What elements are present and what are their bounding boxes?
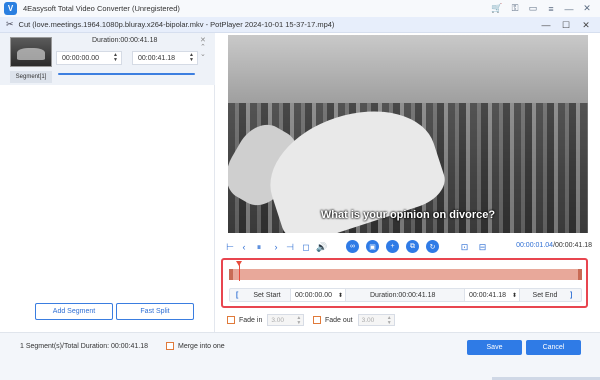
stop-icon[interactable]: ◻: [300, 240, 312, 254]
spinner-icon[interactable]: ▲ ▼: [387, 316, 392, 326]
save-button[interactable]: Save: [467, 340, 522, 355]
maximize-icon[interactable]: ☐: [556, 18, 576, 32]
segment-copy-icon[interactable]: ▣: [366, 240, 379, 253]
playback-controls: ⊢ ‹ ⏸ › ⊣ ◻ 🔊 ∞ ▣ + ⧉ ↻ ⊡ ⊟ 00:00:01.04/…: [222, 240, 592, 256]
close-icon[interactable]: ✕: [200, 37, 206, 44]
segment-start-value: 00:00:00.00: [62, 54, 99, 62]
close-bracket-icon: ]: [570, 291, 573, 299]
next-frame-icon[interactable]: ›: [270, 240, 282, 254]
video-preview: What is your opinion on divorce?: [228, 35, 588, 233]
segment-progress-bar: [58, 73, 195, 75]
open-bracket-icon: [: [236, 291, 239, 299]
jump-to-end-icon[interactable]: ⊟: [476, 240, 489, 254]
cut-time-controls: [ Set Start 00:00:00.00 ⬍ Duration:00:00…: [229, 288, 582, 302]
pause-icon[interactable]: ⏸: [252, 240, 266, 254]
fade-in-option: Fade in 3.00 ▲ ▼: [227, 314, 305, 326]
set-end-button[interactable]: Set End: [526, 289, 564, 301]
spinner-icon[interactable]: ▲ ▼: [189, 53, 194, 63]
video-subtitle: What is your opinion on divorce?: [320, 209, 496, 221]
fade-out-label: Fade out: [325, 316, 353, 324]
start-spinner-icon[interactable]: ⬍: [338, 289, 343, 301]
cut-window-bar: ✂ Cut (love.meetings.1964.1080p.bluray.x…: [0, 17, 600, 33]
volume-icon[interactable]: 🔊: [316, 240, 328, 254]
timeline-track[interactable]: [229, 269, 582, 280]
reset-icon[interactable]: ↻: [426, 240, 439, 253]
cancel-button[interactable]: Cancel: [526, 340, 581, 355]
start-time-value: 00:00:00.00: [295, 291, 332, 299]
fade-in-value: 3.00: [271, 316, 285, 324]
key-icon[interactable]: ⚿: [506, 2, 524, 15]
fade-in-input[interactable]: 3.00 ▲ ▼: [267, 314, 305, 326]
cut-timeline-area: [ Set Start 00:00:00.00 ⬍ Duration:00:00…: [221, 258, 588, 308]
menu-icon[interactable]: ≡: [542, 2, 560, 15]
close-icon[interactable]: ✕: [578, 2, 596, 15]
spinner-icon[interactable]: ▲ ▼: [296, 316, 301, 326]
chevron-up-icon[interactable]: ⌃: [200, 44, 206, 51]
cart-icon[interactable]: 🛒: [488, 2, 506, 15]
end-time-value: 00:00:41.18: [469, 291, 506, 299]
segment-actions[interactable]: ✕ ⌃ ⌄: [200, 37, 206, 58]
segment-end-field[interactable]: 00:00:41.18 ▲ ▼: [132, 51, 198, 65]
segment-label: Segment[1]: [10, 71, 52, 83]
previous-frame-icon[interactable]: ‹: [238, 240, 250, 254]
fade-out-checkbox[interactable]: [313, 316, 321, 324]
playhead[interactable]: [236, 261, 242, 281]
segment-item[interactable]: Segment[1] Duration:00:00:41.18 00:00:00…: [0, 33, 215, 85]
app-title-bar: V 4Easysoft Total Video Converter (Unreg…: [0, 0, 600, 17]
close-icon[interactable]: ✕: [576, 18, 596, 32]
segment-end-value: 00:00:41.18: [138, 54, 175, 62]
merge-checkbox[interactable]: [166, 342, 174, 350]
fade-in-checkbox[interactable]: [227, 316, 235, 324]
app-logo: V: [4, 2, 17, 15]
app-title: 4Easysoft Total Video Converter (Unregis…: [23, 4, 180, 13]
spinner-icon[interactable]: ▲ ▼: [113, 53, 118, 63]
merge-label: Merge into one: [178, 342, 225, 350]
chat-icon[interactable]: ▭: [524, 2, 542, 15]
time-readout: 00:00:01.04/00:00:41.18: [516, 242, 592, 249]
segment-duration: Duration:00:00:41.18: [92, 37, 158, 44]
jump-to-start-icon[interactable]: ⊡: [458, 240, 471, 254]
end-spinner-icon[interactable]: ⬍: [512, 289, 517, 301]
add-segment-button[interactable]: Add Segment: [35, 303, 113, 320]
duplicate-icon[interactable]: ⧉: [406, 240, 419, 253]
segment-summary: 1 Segment(s)/Total Duration: 00:00:41.18: [20, 343, 149, 350]
minimize-icon[interactable]: —: [536, 18, 556, 32]
fade-out-value: 3.00: [361, 316, 375, 324]
loop-icon[interactable]: ∞: [346, 240, 359, 253]
minimize-icon[interactable]: —: [560, 2, 578, 15]
segment-thumbnail: [10, 37, 52, 67]
fast-split-button[interactable]: Fast Split: [116, 303, 194, 320]
footer-bar: 1 Segment(s)/Total Duration: 00:00:41.18…: [0, 332, 600, 380]
total-time: /00:00:41.18: [553, 242, 592, 249]
chevron-down-icon[interactable]: ⌄: [200, 51, 206, 58]
segment-start-field[interactable]: 00:00:00.00 ▲ ▼: [56, 51, 122, 65]
set-start-button[interactable]: Set Start: [248, 289, 286, 301]
fade-out-option: Fade out 3.00 ▲ ▼: [313, 314, 395, 326]
add-icon[interactable]: +: [386, 240, 399, 253]
skip-to-end-icon[interactable]: ⊣: [284, 240, 296, 254]
segment-panel: Segment[1] Duration:00:00:41.18 00:00:00…: [0, 33, 215, 332]
merge-option: Merge into one: [166, 342, 225, 350]
cut-duration: Duration:00:00:41.18: [370, 291, 436, 299]
fade-in-label: Fade in: [239, 316, 263, 324]
end-handle[interactable]: [578, 269, 582, 280]
scissors-icon: ✂: [6, 19, 14, 29]
start-handle[interactable]: [229, 269, 233, 280]
fade-out-input[interactable]: 3.00 ▲ ▼: [357, 314, 395, 326]
current-time: 00:00:01.04: [516, 242, 554, 249]
skip-to-start-icon[interactable]: ⊢: [224, 240, 236, 254]
cut-window-title: Cut (love.meetings.1964.1080p.bluray.x26…: [18, 20, 335, 29]
